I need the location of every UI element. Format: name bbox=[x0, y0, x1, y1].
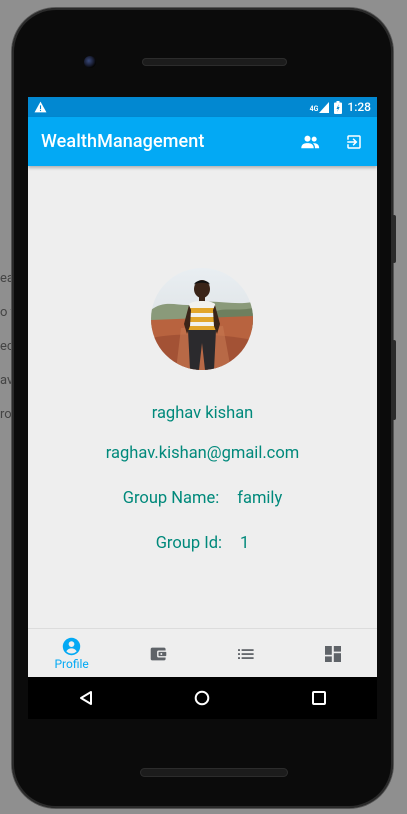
app-title: WealthManagement bbox=[41, 131, 205, 152]
logout-button[interactable] bbox=[343, 131, 365, 153]
group-id-value: 1 bbox=[240, 534, 250, 553]
back-icon bbox=[80, 691, 93, 705]
network-indicator: 4G bbox=[310, 101, 330, 113]
group-icon bbox=[301, 135, 320, 148]
bottom-speaker bbox=[140, 768, 288, 777]
signal-icon bbox=[319, 101, 330, 113]
avatar[interactable] bbox=[151, 268, 253, 370]
system-navigation-bar bbox=[28, 677, 377, 719]
top-speaker bbox=[142, 58, 287, 66]
recents-button[interactable] bbox=[304, 683, 334, 713]
home-button[interactable] bbox=[187, 683, 217, 713]
account-circle-icon bbox=[62, 637, 81, 655]
group-id-label: Group Id: bbox=[155, 534, 223, 553]
warning-icon bbox=[34, 101, 47, 113]
group-id-row: Group Id: 1 bbox=[28, 534, 377, 553]
nav-profile-label: Profile bbox=[54, 656, 89, 671]
status-time: 1:28 bbox=[347, 100, 371, 114]
camera-icon bbox=[84, 56, 96, 68]
bottom-navigation: Profile bbox=[28, 628, 377, 677]
app-bar: WealthManagement bbox=[28, 117, 377, 166]
profile-content: raghav kishan raghav.kishan@gmail.com Gr… bbox=[28, 166, 377, 628]
list-icon bbox=[238, 648, 254, 659]
group-name-label: Group Name: bbox=[122, 489, 220, 508]
profile-photo bbox=[151, 268, 253, 370]
nav-dashboard[interactable] bbox=[290, 629, 377, 677]
group-name-value: family bbox=[237, 489, 283, 508]
group-button[interactable] bbox=[299, 131, 321, 153]
nav-list[interactable] bbox=[203, 629, 290, 677]
app-screen: 4G 1:28 WealthManagement raghav kishan r… bbox=[28, 97, 377, 677]
profile-name: raghav kishan bbox=[151, 404, 254, 423]
home-icon bbox=[195, 690, 210, 706]
battery-icon bbox=[334, 100, 343, 114]
recents-icon bbox=[311, 691, 326, 705]
nav-profile[interactable]: Profile bbox=[28, 629, 115, 677]
nav-wallet[interactable] bbox=[115, 629, 202, 677]
group-name-row: Group Name: family bbox=[28, 489, 377, 508]
dashboard-icon bbox=[325, 645, 342, 662]
power-button[interactable] bbox=[392, 340, 396, 420]
volume-button[interactable] bbox=[392, 215, 396, 263]
status-bar: 4G 1:28 bbox=[28, 97, 377, 117]
profile-email: raghav.kishan@gmail.com bbox=[105, 444, 300, 463]
logout-icon bbox=[347, 134, 361, 149]
back-button[interactable] bbox=[71, 683, 101, 713]
wallet-icon bbox=[151, 647, 167, 660]
